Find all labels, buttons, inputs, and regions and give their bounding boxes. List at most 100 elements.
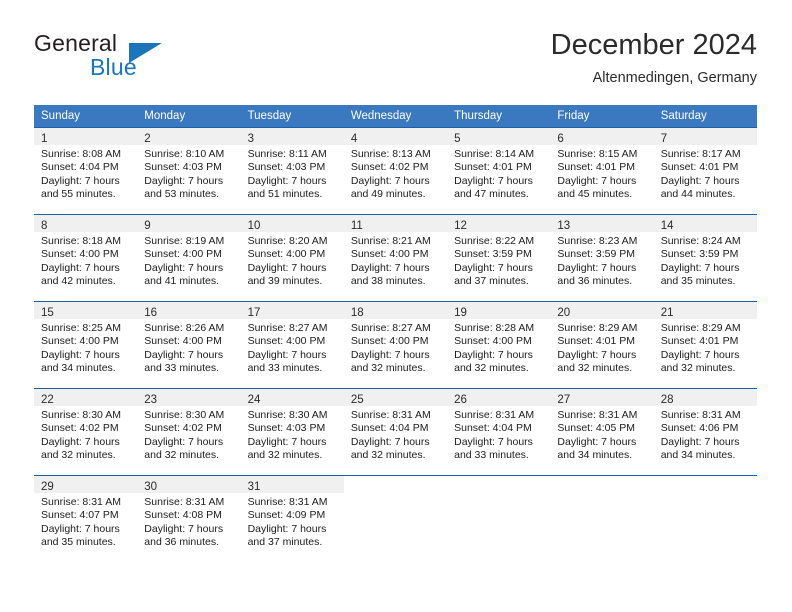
day-number: 9 xyxy=(144,220,151,232)
calendar-week-row: 8 Sunrise: 8:18 AM Sunset: 4:00 PM Dayli… xyxy=(34,214,757,302)
sunrise-text: Sunrise: 8:11 AM xyxy=(247,148,327,160)
day-number: 19 xyxy=(454,307,467,319)
day-details: Sunrise: 8:26 AM Sunset: 4:00 PM Dayligh… xyxy=(137,319,240,375)
daylight-text-line2: and 45 minutes. xyxy=(557,187,633,200)
day-details: Sunrise: 8:31 AM Sunset: 4:05 PM Dayligh… xyxy=(550,406,653,462)
day-number: 3 xyxy=(247,133,254,145)
sunset-text: Sunset: 3:59 PM xyxy=(557,248,636,261)
sunrise-text: Sunrise: 8:31 AM xyxy=(144,496,225,508)
daylight-text-line1: Daylight: 7 hours xyxy=(41,522,120,535)
daylight-text-line2: and 53 minutes. xyxy=(144,187,219,200)
sunset-text: Sunset: 4:01 PM xyxy=(660,161,739,174)
sunset-text: Sunset: 4:04 PM xyxy=(454,422,532,435)
weekday-header-wednesday: Wednesday xyxy=(343,105,448,128)
sunrise-text: Sunrise: 8:31 AM xyxy=(660,409,741,421)
daylight-text-line1: Daylight: 7 hours xyxy=(144,261,224,274)
day-cell[interactable]: 25 Sunrise: 8:31 AM Sunset: 4:04 PM Dayl… xyxy=(343,388,448,476)
day-cell[interactable]: 29 Sunrise: 8:31 AM Sunset: 4:07 PM Dayl… xyxy=(34,475,138,562)
day-details: Sunrise: 8:30 AM Sunset: 4:03 PM Dayligh… xyxy=(241,406,344,462)
calendar-page: General Blue December 2024 Altenmedingen… xyxy=(0,0,792,612)
day-cell[interactable]: 31 Sunrise: 8:31 AM Sunset: 4:09 PM Dayl… xyxy=(240,475,344,562)
sunset-text: Sunset: 4:02 PM xyxy=(144,422,222,435)
day-details: Sunrise: 8:14 AM Sunset: 4:01 PM Dayligh… xyxy=(447,145,550,201)
daylight-text-line1: Daylight: 7 hours xyxy=(350,348,430,361)
calendar-header-row: Sunday Monday Tuesday Wednesday Thursday… xyxy=(34,105,757,128)
day-cell[interactable]: 30 Sunrise: 8:31 AM Sunset: 4:08 PM Dayl… xyxy=(137,475,241,562)
day-number: 8 xyxy=(41,220,48,232)
day-details: Sunrise: 8:30 AM Sunset: 4:02 PM Dayligh… xyxy=(137,406,240,462)
daylight-text-line1: Daylight: 7 hours xyxy=(41,435,120,448)
day-cell[interactable]: 14 Sunrise: 8:24 AM Sunset: 3:59 PM Dayl… xyxy=(653,214,757,302)
daylight-text-line2: and 47 minutes. xyxy=(454,187,529,200)
daylight-text-line1: Daylight: 7 hours xyxy=(41,261,120,274)
sunrise-text: Sunrise: 8:22 AM xyxy=(454,235,535,247)
day-cell[interactable]: 5 Sunrise: 8:14 AM Sunset: 4:01 PM Dayli… xyxy=(447,127,551,215)
day-cell[interactable]: 19 Sunrise: 8:28 AM Sunset: 4:00 PM Dayl… xyxy=(447,301,551,389)
day-cell[interactable]: 27 Sunrise: 8:31 AM Sunset: 4:05 PM Dayl… xyxy=(550,388,654,476)
day-cell[interactable]: 21 Sunrise: 8:29 AM Sunset: 4:01 PM Dayl… xyxy=(653,301,757,389)
day-cell[interactable]: 6 Sunrise: 8:15 AM Sunset: 4:01 PM Dayli… xyxy=(550,127,654,215)
daylight-text-line2: and 51 minutes. xyxy=(247,187,323,200)
day-cell-empty xyxy=(653,475,757,562)
daylight-text-line1: Daylight: 7 hours xyxy=(41,348,120,361)
day-cell[interactable]: 9 Sunrise: 8:19 AM Sunset: 4:00 PM Dayli… xyxy=(137,214,241,302)
sunrise-text: Sunrise: 8:31 AM xyxy=(557,409,638,421)
day-cell[interactable]: 15 Sunrise: 8:25 AM Sunset: 4:00 PM Dayl… xyxy=(34,301,138,389)
sunrise-text: Sunrise: 8:29 AM xyxy=(557,322,638,334)
day-cell[interactable]: 22 Sunrise: 8:30 AM Sunset: 4:02 PM Dayl… xyxy=(34,388,138,476)
day-cell[interactable]: 24 Sunrise: 8:30 AM Sunset: 4:03 PM Dayl… xyxy=(240,388,344,476)
daylight-text-line2: and 37 minutes. xyxy=(247,535,323,548)
daylight-text-line1: Daylight: 7 hours xyxy=(247,261,327,274)
sunrise-text: Sunrise: 8:08 AM xyxy=(41,148,121,160)
daylight-text-line2: and 36 minutes. xyxy=(557,274,633,287)
sunset-text: Sunset: 4:00 PM xyxy=(41,335,119,348)
sunrise-text: Sunrise: 8:28 AM xyxy=(454,322,535,334)
daylight-text-line1: Daylight: 7 hours xyxy=(144,522,224,535)
day-cell[interactable]: 7 Sunrise: 8:17 AM Sunset: 4:01 PM Dayli… xyxy=(653,127,757,215)
daylight-text-line1: Daylight: 7 hours xyxy=(454,261,533,274)
day-cell[interactable]: 18 Sunrise: 8:27 AM Sunset: 4:00 PM Dayl… xyxy=(343,301,448,389)
day-cell[interactable]: 11 Sunrise: 8:21 AM Sunset: 4:00 PM Dayl… xyxy=(343,214,448,302)
day-cell[interactable]: 12 Sunrise: 8:22 AM Sunset: 3:59 PM Dayl… xyxy=(447,214,551,302)
day-cell[interactable]: 26 Sunrise: 8:31 AM Sunset: 4:04 PM Dayl… xyxy=(447,388,551,476)
day-details: Sunrise: 8:27 AM Sunset: 4:00 PM Dayligh… xyxy=(241,319,344,375)
day-cell-empty xyxy=(550,475,654,562)
day-details: Sunrise: 8:29 AM Sunset: 4:01 PM Dayligh… xyxy=(550,319,653,375)
sunset-text: Sunset: 3:59 PM xyxy=(454,248,532,261)
sunset-text: Sunset: 4:08 PM xyxy=(144,509,222,522)
day-cell[interactable]: 2 Sunrise: 8:10 AM Sunset: 4:03 PM Dayli… xyxy=(137,127,241,215)
day-cell[interactable]: 17 Sunrise: 8:27 AM Sunset: 4:00 PM Dayl… xyxy=(240,301,344,389)
day-number: 27 xyxy=(557,394,571,406)
day-cell[interactable]: 10 Sunrise: 8:20 AM Sunset: 4:00 PM Dayl… xyxy=(240,214,344,302)
day-cell[interactable]: 8 Sunrise: 8:18 AM Sunset: 4:00 PM Dayli… xyxy=(34,214,138,302)
logo-text-blue: Blue xyxy=(90,54,137,80)
daylight-text-line2: and 35 minutes. xyxy=(41,535,116,548)
day-cell[interactable]: 23 Sunrise: 8:30 AM Sunset: 4:02 PM Dayl… xyxy=(137,388,241,476)
sunset-text: Sunset: 4:04 PM xyxy=(41,161,119,174)
sunset-text: Sunset: 4:02 PM xyxy=(350,161,429,174)
weekday-header-sunday: Sunday xyxy=(34,105,138,128)
daylight-text-line2: and 33 minutes. xyxy=(144,361,219,374)
daylight-text-line1: Daylight: 7 hours xyxy=(454,435,533,448)
sunset-text: Sunset: 4:00 PM xyxy=(144,248,222,261)
day-cell[interactable]: 1 Sunrise: 8:08 AM Sunset: 4:04 PM Dayli… xyxy=(34,127,138,215)
day-details: Sunrise: 8:30 AM Sunset: 4:02 PM Dayligh… xyxy=(34,406,137,462)
day-cell[interactable]: 28 Sunrise: 8:31 AM Sunset: 4:06 PM Dayl… xyxy=(653,388,757,476)
day-cell[interactable]: 13 Sunrise: 8:23 AM Sunset: 3:59 PM Dayl… xyxy=(550,214,654,302)
day-details: Sunrise: 8:24 AM Sunset: 3:59 PM Dayligh… xyxy=(654,232,757,288)
day-cell[interactable]: 3 Sunrise: 8:11 AM Sunset: 4:03 PM Dayli… xyxy=(240,127,344,215)
sunrise-text: Sunrise: 8:31 AM xyxy=(350,409,431,421)
day-details: Sunrise: 8:31 AM Sunset: 4:08 PM Dayligh… xyxy=(137,493,240,549)
daylight-text-line1: Daylight: 7 hours xyxy=(660,435,740,448)
day-number: 28 xyxy=(660,394,674,406)
day-cell[interactable]: 16 Sunrise: 8:26 AM Sunset: 4:00 PM Dayl… xyxy=(137,301,241,389)
sunset-text: Sunset: 4:01 PM xyxy=(454,161,532,174)
daylight-text-line1: Daylight: 7 hours xyxy=(454,174,533,187)
day-cell[interactable]: 20 Sunrise: 8:29 AM Sunset: 4:01 PM Dayl… xyxy=(550,301,654,389)
sunrise-text: Sunrise: 8:27 AM xyxy=(247,322,328,334)
general-blue-logo[interactable]: General Blue xyxy=(34,30,254,88)
day-cell[interactable]: 4 Sunrise: 8:13 AM Sunset: 4:02 PM Dayli… xyxy=(343,127,448,215)
title-block: December 2024 Altenmedingen, Germany xyxy=(551,28,757,88)
daylight-text-line1: Daylight: 7 hours xyxy=(247,174,327,187)
sunset-text: Sunset: 4:01 PM xyxy=(557,161,636,174)
